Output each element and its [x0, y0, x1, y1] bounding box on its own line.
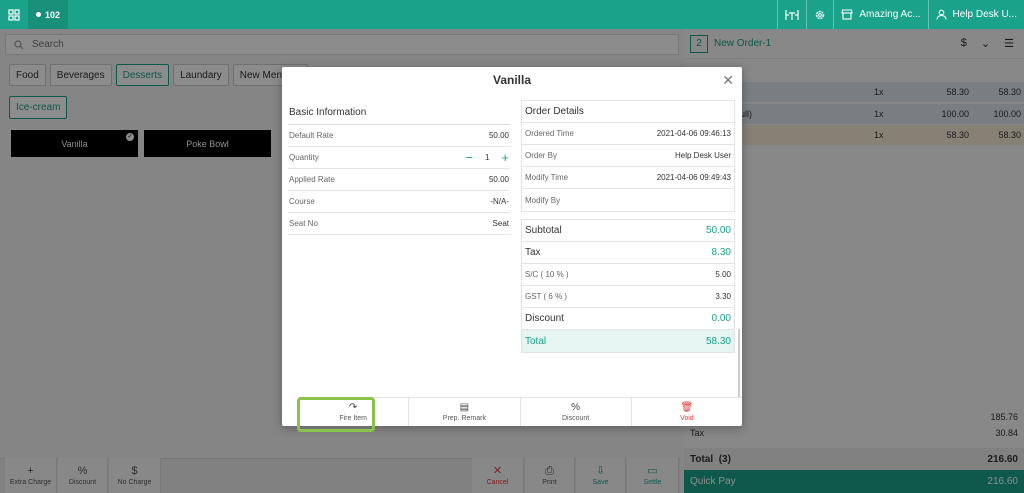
- user-name: Help Desk U...: [952, 9, 1017, 20]
- minus-icon[interactable]: −: [465, 151, 473, 164]
- default-rate-row: Default Rate 50.00: [288, 125, 510, 147]
- total-row: Total 58.30: [522, 330, 734, 352]
- user-menu[interactable]: Help Desk U...: [927, 0, 1024, 29]
- course-row[interactable]: Course -N/A-: [288, 191, 510, 213]
- modal-title: Vanilla: [492, 73, 532, 87]
- item-discount-button[interactable]: % Discount: [521, 398, 632, 426]
- seat-row[interactable]: Seat No Seat: [288, 213, 510, 235]
- percent-icon: %: [571, 401, 581, 413]
- close-icon[interactable]: ✕: [722, 72, 734, 89]
- plus-icon[interactable]: +: [501, 151, 509, 164]
- store-icon: [841, 9, 854, 20]
- order-by-row: Order By Help Desk User: [522, 145, 734, 167]
- table-number: 102: [45, 9, 61, 20]
- section-heading: Basic Information: [288, 101, 510, 125]
- basic-information-section: Basic Information Default Rate 50.00 Qua…: [288, 101, 510, 235]
- totals-section: Subtotal 50.00 Tax 8.30 S/C ( 10 % ) 5.0…: [521, 219, 735, 353]
- quantity-stepper: − 1 +: [465, 151, 509, 164]
- modify-time-row: Modify Time 2021-04-06 09:49:43: [522, 167, 734, 189]
- void-button[interactable]: 🗑 Void: [632, 398, 742, 426]
- quantity-row: Quantity − 1 +: [288, 147, 510, 169]
- tax-row: Tax 8.30: [522, 242, 734, 264]
- table-layout-button[interactable]: [777, 0, 806, 29]
- top-bar: 102 Amazing Ac... Help Desk U...: [0, 0, 1024, 29]
- trash-icon: 🗑: [680, 401, 694, 413]
- service-charge-row: S/C ( 10 % ) 5.00: [522, 264, 734, 286]
- modify-by-row: Modify By: [525, 195, 561, 205]
- subtotal-row: Subtotal 50.00: [522, 220, 734, 242]
- user-icon: [935, 9, 947, 20]
- applied-rate-row: Applied Rate 50.00: [288, 169, 510, 191]
- modal-scrollbar[interactable]: [738, 329, 740, 397]
- quantity-value[interactable]: 1: [485, 153, 489, 162]
- comment-icon: ▤: [459, 401, 470, 413]
- fire-item-highlight: [297, 397, 375, 432]
- table-status-dot: [36, 12, 41, 17]
- outlet-selector[interactable]: Amazing Ac...: [833, 0, 927, 29]
- prep-remark-button[interactable]: ▤ Prep. Remark: [409, 398, 521, 426]
- discount-row: Discount 0.00: [522, 308, 734, 330]
- section-heading: Order Details: [522, 101, 734, 123]
- apps-grid-icon[interactable]: [0, 0, 28, 29]
- outlet-name: Amazing Ac...: [859, 9, 921, 20]
- dining-table-icon: [785, 9, 799, 20]
- gst-row: GST ( 6 % ) 3.30: [522, 286, 734, 308]
- gear-icon: [816, 10, 825, 19]
- order-details-section: Order Details Ordered Time 2021-04-06 09…: [521, 100, 735, 212]
- item-detail-modal: Vanilla ✕ Basic Information Default Rate…: [282, 67, 742, 426]
- table-indicator[interactable]: 102: [28, 0, 69, 29]
- ordered-time-row: Ordered Time 2021-04-06 09:46:13: [522, 123, 734, 145]
- settings-button[interactable]: [806, 0, 833, 29]
